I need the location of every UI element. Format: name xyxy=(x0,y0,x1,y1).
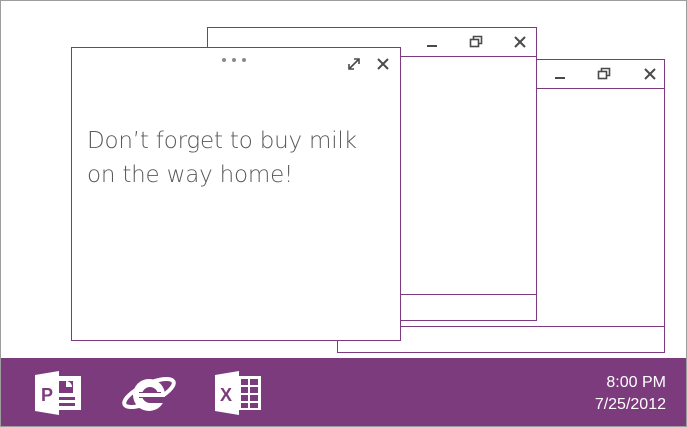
close-icon xyxy=(377,58,389,70)
restore-icon xyxy=(597,67,611,80)
minimize-button[interactable] xyxy=(420,31,444,53)
note-text[interactable]: Don’t forget to buy milk on the way home… xyxy=(87,124,387,192)
system-clock[interactable]: 8:00 PM 7/25/2012 xyxy=(595,372,666,416)
excel-icon: X xyxy=(215,371,261,415)
minimize-icon xyxy=(555,77,565,79)
powerpoint-icon: P xyxy=(35,371,81,415)
excel-taskbar-button[interactable]: X xyxy=(215,370,265,420)
more-options-icon[interactable] xyxy=(214,54,254,66)
restore-button[interactable] xyxy=(592,63,616,85)
svg-text:X: X xyxy=(220,385,232,405)
restore-icon xyxy=(469,35,483,48)
restore-button[interactable] xyxy=(464,31,488,53)
expand-icon xyxy=(348,58,360,70)
taskbar: P X 8:00 PM 7/25/2012 xyxy=(1,358,686,426)
minimize-button[interactable] xyxy=(548,63,572,85)
svg-text:P: P xyxy=(41,385,53,405)
internet-explorer-icon xyxy=(122,376,176,411)
close-button[interactable] xyxy=(371,53,395,75)
clock-date: 7/25/2012 xyxy=(594,396,666,413)
close-button[interactable] xyxy=(508,31,532,53)
close-button[interactable] xyxy=(638,63,662,85)
clock-time: 8:00 PM xyxy=(606,374,666,391)
powerpoint-taskbar-button[interactable]: P xyxy=(35,370,85,420)
screen-frame: Don’t forget to buy milk on the way home… xyxy=(0,0,687,427)
close-icon xyxy=(644,68,656,80)
internet-explorer-taskbar-button[interactable] xyxy=(119,370,181,422)
sticky-note[interactable]: Don’t forget to buy milk on the way home… xyxy=(71,47,401,341)
close-icon xyxy=(514,36,526,48)
expand-button[interactable] xyxy=(342,53,366,75)
minimize-icon xyxy=(427,45,437,47)
